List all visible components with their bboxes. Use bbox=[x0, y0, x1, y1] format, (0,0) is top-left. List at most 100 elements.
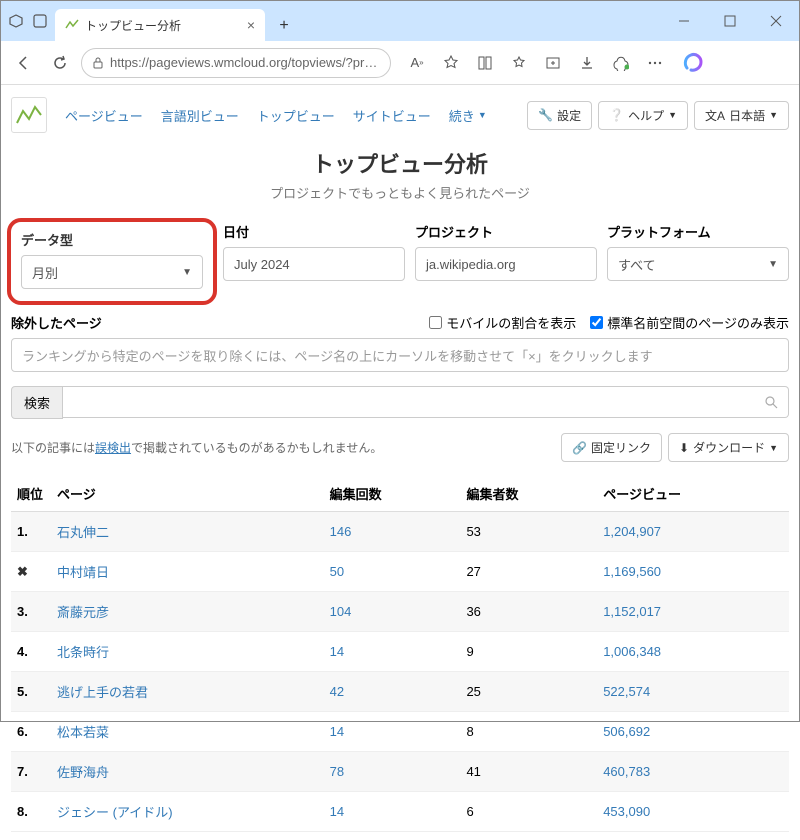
collections-icon[interactable] bbox=[537, 48, 569, 78]
workspace-icon[interactable] bbox=[7, 12, 25, 30]
page-link[interactable]: ジェシー (アイドル) bbox=[57, 805, 173, 820]
nav-langviews[interactable]: 言語別ビュー bbox=[161, 106, 239, 125]
page-link[interactable]: 松本若菜 bbox=[57, 725, 109, 740]
col-rank[interactable]: 順位 bbox=[11, 476, 51, 512]
table-row: 7.佐野海舟7841460,783 bbox=[11, 752, 789, 792]
read-aloud-icon[interactable]: A» bbox=[401, 48, 433, 78]
browser-tab[interactable]: トップビュー分析 × bbox=[55, 9, 265, 41]
col-editors[interactable]: 編集者数 bbox=[460, 476, 597, 512]
tab-close-icon[interactable]: × bbox=[247, 17, 255, 33]
views-cell: 453,090 bbox=[597, 792, 789, 832]
maximize-button[interactable] bbox=[707, 6, 753, 36]
page-link[interactable]: 北条時行 bbox=[57, 645, 109, 660]
wrench-icon: 🔧 bbox=[538, 108, 553, 122]
site-logo[interactable] bbox=[11, 97, 47, 133]
edits-link[interactable]: 78 bbox=[330, 764, 344, 779]
downloads-icon[interactable] bbox=[571, 48, 603, 78]
views-cell: 522,574 bbox=[597, 672, 789, 712]
views-link[interactable]: 1,204,907 bbox=[603, 524, 661, 539]
edits-link[interactable]: 42 bbox=[330, 684, 344, 699]
views-link[interactable]: 453,090 bbox=[603, 804, 650, 819]
search-button[interactable]: 検索 bbox=[11, 386, 63, 419]
false-positive-link[interactable]: 誤検出 bbox=[95, 441, 131, 455]
refresh-button[interactable] bbox=[45, 48, 75, 78]
col-views[interactable]: ページビュー bbox=[597, 476, 789, 512]
nav-pageviews[interactable]: ページビュー bbox=[65, 106, 143, 125]
minimize-button[interactable] bbox=[661, 6, 707, 36]
views-link[interactable]: 506,692 bbox=[603, 724, 650, 739]
rank-cell: 7. bbox=[11, 752, 51, 792]
data-type-select[interactable]: 月別▼ bbox=[21, 255, 203, 289]
search-input[interactable] bbox=[63, 386, 789, 418]
page-link[interactable]: 佐野海舟 bbox=[57, 765, 109, 780]
favicon-icon bbox=[65, 18, 79, 32]
copilot-icon[interactable] bbox=[681, 48, 711, 78]
globe-icon: 文A bbox=[705, 107, 725, 124]
mainspace-only-checkbox[interactable]: 標準名前空間のページのみ表示 bbox=[590, 313, 789, 332]
top-nav: ページビュー 言語別ビュー トップビュー サイトビュー 続き ▼ 🔧設定 ❔ヘル… bbox=[11, 93, 789, 137]
language-button[interactable]: 文A日本語▼ bbox=[694, 101, 789, 130]
extensions-icon[interactable] bbox=[605, 48, 637, 78]
table-row: 5.逃げ上手の若君4225522,574 bbox=[11, 672, 789, 712]
rank-cell: 8. bbox=[11, 792, 51, 832]
url-input[interactable]: https://pageviews.wmcloud.org/topviews/?… bbox=[81, 48, 391, 78]
tab-title: トップビュー分析 bbox=[85, 17, 241, 34]
permalink-button[interactable]: 🔗固定リンク bbox=[561, 433, 662, 462]
editors-cell: 25 bbox=[460, 672, 597, 712]
tab-action-icon[interactable] bbox=[31, 12, 49, 30]
views-cell: 1,152,017 bbox=[597, 592, 789, 632]
table-row: 6.松本若菜148506,692 bbox=[11, 712, 789, 752]
nav-more-dropdown[interactable]: 続き ▼ bbox=[449, 106, 487, 125]
page-cell: ジェシー (アイドル) bbox=[51, 792, 324, 832]
project-input[interactable]: ja.wikipedia.org bbox=[415, 247, 597, 281]
edits-cell: 104 bbox=[324, 592, 461, 632]
edits-link[interactable]: 14 bbox=[330, 804, 344, 819]
edits-cell: 14 bbox=[324, 632, 461, 672]
views-link[interactable]: 522,574 bbox=[603, 684, 650, 699]
excluded-pages-input[interactable]: ランキングから特定のページを取り除くには、ページ名の上にカーソルを移動させて「×… bbox=[11, 338, 789, 372]
editors-cell: 9 bbox=[460, 632, 597, 672]
editors-cell: 6 bbox=[460, 792, 597, 832]
settings-button[interactable]: 🔧設定 bbox=[527, 101, 592, 130]
platform-select[interactable]: すべて▼ bbox=[607, 247, 789, 281]
page-cell: 石丸伸二 bbox=[51, 512, 324, 552]
star-icon[interactable] bbox=[435, 48, 467, 78]
project-label: プロジェクト bbox=[415, 222, 597, 241]
page-cell: 北条時行 bbox=[51, 632, 324, 672]
platform-label: プラットフォーム bbox=[607, 222, 789, 241]
more-icon[interactable] bbox=[639, 48, 671, 78]
back-button[interactable] bbox=[9, 48, 39, 78]
views-cell: 1,006,348 bbox=[597, 632, 789, 672]
exclude-icon[interactable]: ✖ bbox=[17, 564, 28, 579]
page-link[interactable]: 中村靖日 bbox=[57, 565, 109, 580]
page-link[interactable]: 石丸伸二 bbox=[57, 525, 109, 540]
split-icon[interactable] bbox=[469, 48, 501, 78]
views-link[interactable]: 1,006,348 bbox=[603, 644, 661, 659]
favorites-icon[interactable] bbox=[503, 48, 535, 78]
col-page[interactable]: ページ bbox=[51, 476, 324, 512]
views-cell: 1,169,560 bbox=[597, 552, 789, 592]
edits-link[interactable]: 146 bbox=[330, 524, 352, 539]
page-link[interactable]: 逃げ上手の若君 bbox=[57, 685, 148, 700]
download-button[interactable]: ⬇ダウンロード▼ bbox=[668, 433, 789, 462]
mobile-ratio-checkbox[interactable]: モバイルの割合を表示 bbox=[429, 313, 576, 332]
edits-link[interactable]: 104 bbox=[330, 604, 352, 619]
views-link[interactable]: 1,152,017 bbox=[603, 604, 661, 619]
col-edits[interactable]: 編集回数 bbox=[324, 476, 461, 512]
page-link[interactable]: 斎藤元彦 bbox=[57, 605, 109, 620]
rank-cell: 6. bbox=[11, 712, 51, 752]
edits-cell: 78 bbox=[324, 752, 461, 792]
edits-link[interactable]: 14 bbox=[330, 644, 344, 659]
edits-link[interactable]: 50 bbox=[330, 564, 344, 579]
help-button[interactable]: ❔ヘルプ▼ bbox=[598, 101, 688, 130]
views-link[interactable]: 460,783 bbox=[603, 764, 650, 779]
edits-cell: 14 bbox=[324, 792, 461, 832]
nav-topviews[interactable]: トップビュー bbox=[257, 106, 335, 125]
close-window-button[interactable] bbox=[753, 6, 799, 36]
edits-link[interactable]: 14 bbox=[330, 724, 344, 739]
nav-siteviews[interactable]: サイトビュー bbox=[353, 106, 431, 125]
date-input[interactable]: July 2024 bbox=[223, 247, 405, 281]
new-tab-button[interactable]: + bbox=[269, 11, 299, 41]
help-icon: ❔ bbox=[609, 108, 624, 122]
views-link[interactable]: 1,169,560 bbox=[603, 564, 661, 579]
